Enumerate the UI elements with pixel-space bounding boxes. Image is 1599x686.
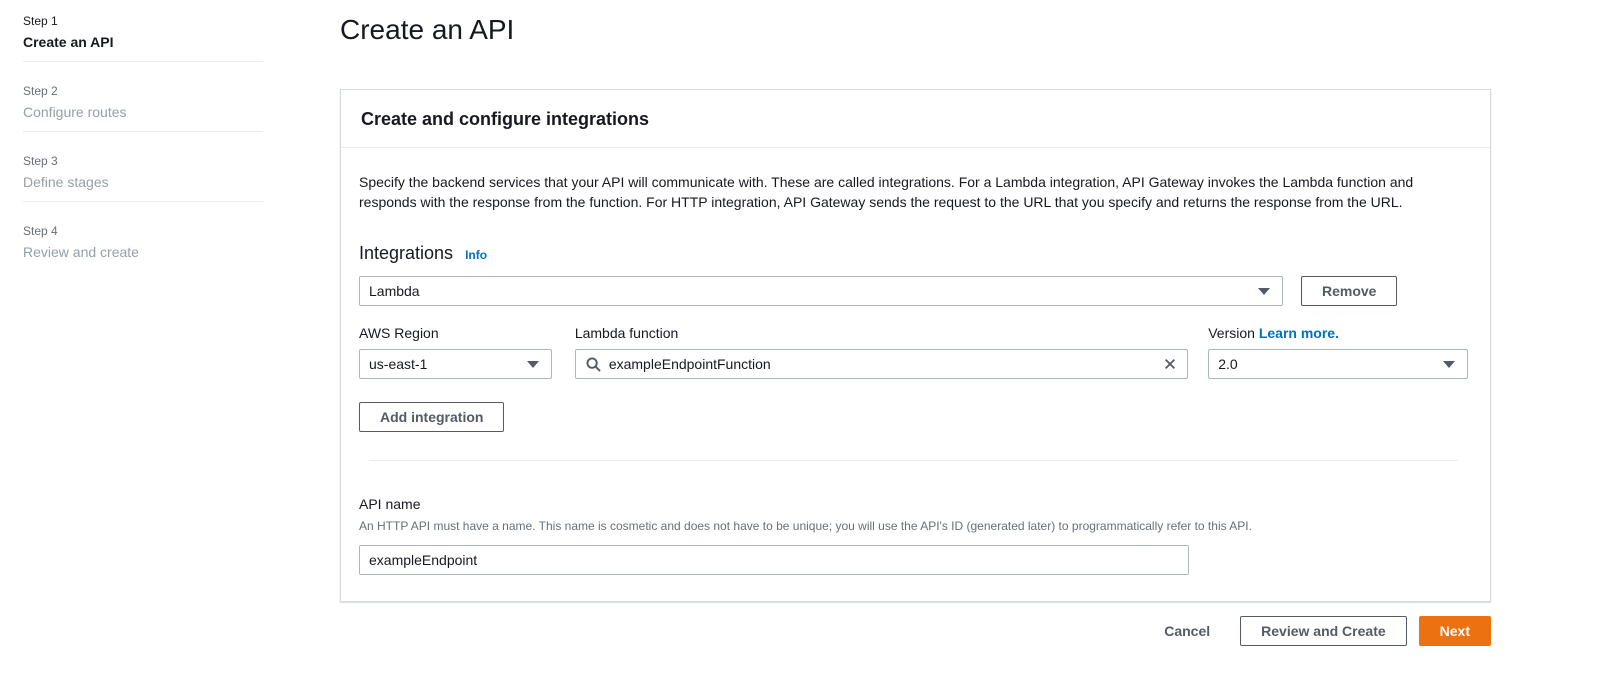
info-link[interactable]: Info xyxy=(465,248,487,262)
integrations-card: Create and configure integrations Specif… xyxy=(340,89,1491,602)
card-description: Specify the backend services that your A… xyxy=(359,174,1414,210)
api-name-section: API name An HTTP API must have a name. T… xyxy=(359,496,1468,575)
integrations-heading-row: Integrations Info xyxy=(359,243,1468,264)
lambda-function-field: Lambda function xyxy=(574,325,1189,379)
aws-region-label: AWS Region xyxy=(359,325,439,341)
clear-icon[interactable] xyxy=(1163,357,1177,371)
chevron-down-icon xyxy=(1258,287,1270,295)
step-number: Step 2 xyxy=(23,84,58,98)
remove-button[interactable]: Remove xyxy=(1301,276,1398,306)
main-content: Create an API Create and configure integ… xyxy=(340,0,1491,686)
version-label-row: Version Learn more. xyxy=(1208,325,1468,341)
version-field: Version Learn more. 2.0 xyxy=(1208,325,1468,379)
integration-fields-row: AWS Region us-east-1 Lambda function exa… xyxy=(359,325,1468,379)
chevron-down-icon xyxy=(526,360,539,368)
step-divider xyxy=(23,131,263,132)
aws-region-field: AWS Region us-east-1 xyxy=(359,325,552,379)
step-title: Configure routes xyxy=(23,104,127,120)
section-divider xyxy=(369,460,1458,461)
sidebar-step-4[interactable]: Step 4 Review and create xyxy=(23,224,340,271)
step-title: Review and create xyxy=(23,244,139,260)
integration-type-value: Lambda xyxy=(369,283,420,299)
api-name-helper: An HTTP API must have a name. This name … xyxy=(359,519,1252,533)
sidebar-step-2[interactable]: Step 2 Configure routes xyxy=(23,84,340,131)
integration-type-row: Lambda Remove xyxy=(359,276,1468,306)
step-title: Define stages xyxy=(23,174,109,190)
create-api-page: Step 1 Create an API Step 2 Configure ro… xyxy=(0,0,1599,686)
step-number: Step 1 xyxy=(23,14,58,28)
step-divider xyxy=(23,201,263,202)
card-header: Create and configure integrations xyxy=(341,90,1490,148)
aws-region-value: us-east-1 xyxy=(369,356,428,372)
step-number: Step 3 xyxy=(23,154,58,168)
api-name-label: API name xyxy=(359,496,421,512)
sidebar-step-3[interactable]: Step 3 Define stages xyxy=(23,154,340,201)
next-button[interactable]: Next xyxy=(1418,616,1491,646)
learn-more-link[interactable]: Learn more. xyxy=(1259,325,1339,341)
step-divider xyxy=(23,61,263,62)
cancel-button[interactable]: Cancel xyxy=(1164,623,1210,639)
lambda-function-input[interactable] xyxy=(608,356,1156,372)
integration-type-select[interactable]: Lambda xyxy=(359,276,1283,306)
lambda-function-search xyxy=(574,349,1189,379)
step-number: Step 4 xyxy=(23,224,58,238)
review-and-create-button[interactable]: Review and Create xyxy=(1240,616,1407,646)
version-label: Version xyxy=(1208,325,1255,341)
integrations-heading: Integrations xyxy=(359,243,454,263)
card-body: Specify the backend services that your A… xyxy=(341,172,1490,601)
sidebar-step-1[interactable]: Step 1 Create an API xyxy=(23,14,340,61)
version-select[interactable]: 2.0 xyxy=(1208,349,1468,379)
chevron-down-icon xyxy=(1442,360,1455,368)
version-value: 2.0 xyxy=(1218,356,1238,372)
wizard-steps-sidebar: Step 1 Create an API Step 2 Configure ro… xyxy=(0,0,340,686)
lambda-function-label: Lambda function xyxy=(574,325,679,341)
search-icon xyxy=(586,356,601,372)
add-integration-button[interactable]: Add integration xyxy=(359,402,505,432)
wizard-footer: Cancel Review and Create Next xyxy=(340,616,1491,646)
api-name-input[interactable] xyxy=(359,545,1189,575)
step-title: Create an API xyxy=(23,34,114,50)
page-title: Create an API xyxy=(340,14,515,45)
aws-region-select[interactable]: us-east-1 xyxy=(359,349,552,379)
card-title: Create and configure integrations xyxy=(361,109,650,129)
